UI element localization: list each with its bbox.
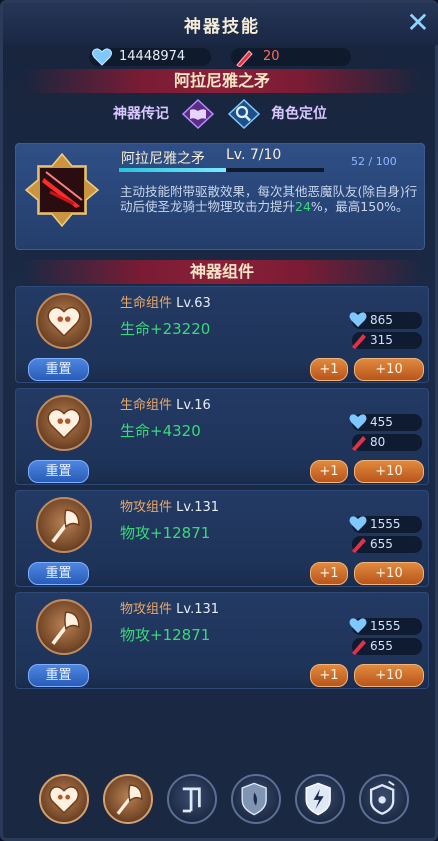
spear-artifact-icon [24, 152, 100, 228]
fire-shield-icon[interactable] [231, 774, 281, 824]
page-title: 神器技能 [184, 17, 260, 37]
gem-cost-value: 1555 [370, 517, 401, 531]
component-name-text: 生命组件 [120, 296, 173, 311]
component-stat: 物攻+12871 [120, 524, 211, 542]
artifact-name-banner: 阿拉尼雅之矛 [23, 69, 421, 93]
desc-highlight: 24 [295, 199, 311, 214]
reset-button[interactable]: 重置 [28, 460, 89, 483]
plus-one-button[interactable]: +1 [310, 562, 348, 585]
desc-part-b: %，最高150%。 [310, 199, 409, 214]
plus-one-button[interactable]: +1 [310, 460, 348, 483]
reset-button[interactable]: 重置 [28, 562, 89, 585]
component-level: Lv.16 [176, 398, 211, 413]
gem-cost-value: 865 [370, 313, 393, 327]
axe-icon [36, 497, 92, 553]
heart-icon[interactable] [39, 774, 89, 824]
component-row: 物攻组件 Lv.131 物攻+12871 1555 655 重置 +1 +10 [15, 592, 429, 689]
artifact-progress-bar [119, 168, 324, 172]
plus-ten-button[interactable]: +10 [354, 358, 424, 381]
shield-target-icon[interactable] [359, 774, 409, 824]
artifact-progress-fill [119, 168, 226, 172]
plus-ten-button[interactable]: +10 [354, 562, 424, 585]
close-icon[interactable]: ✕ [405, 9, 431, 37]
component-stat: 生命+4320 [120, 422, 201, 440]
component-name-text: 物攻组件 [120, 602, 173, 617]
artifact-progress-text: 52 / 100 [351, 155, 397, 168]
component-row: 物攻组件 Lv.131 物攻+12871 1555 655 重置 +1 +10 [15, 490, 429, 587]
potion-cost: 655 [352, 638, 422, 655]
plus-ten-button[interactable]: +10 [354, 664, 424, 687]
potion-icon [352, 538, 366, 553]
gem-cost: 1555 [349, 516, 422, 533]
gem-counter: 14448974 [89, 48, 211, 66]
rune-icon[interactable] [167, 774, 217, 824]
component-row: 生命组件 Lv.63 生命+23220 865 315 重置 +1 +10 [15, 286, 429, 383]
gem-cost-value: 455 [370, 415, 393, 429]
potion-icon [352, 436, 366, 451]
component-name: 生命组件 Lv.16 [120, 394, 211, 413]
gem-cost: 1555 [349, 618, 422, 635]
gem-cost: 865 [349, 312, 422, 329]
gem-cost-value: 1555 [370, 619, 401, 633]
reset-button[interactable]: 重置 [28, 664, 89, 687]
potion-icon [352, 334, 366, 349]
potion-cost: 655 [352, 536, 422, 553]
component-name: 生命组件 Lv.63 [120, 292, 211, 311]
gem-heart-icon [349, 414, 367, 429]
component-level: Lv.63 [176, 296, 211, 311]
axe-icon[interactable] [103, 774, 153, 824]
gem-heart-icon [349, 312, 367, 327]
lightning-shield-icon[interactable] [295, 774, 345, 824]
artifact-name: 阿拉尼雅之矛 [121, 151, 205, 167]
tab-biography-label[interactable]: 神器传记 [113, 97, 169, 131]
magnifier-icon[interactable] [225, 97, 263, 131]
component-name-text: 物攻组件 [120, 500, 173, 515]
potion-cost-value: 80 [370, 435, 386, 449]
ticket-counter: 20 [231, 48, 351, 67]
artifact-description: 主动技能附带驱散效果，每次其他恶魔队友(除自身)行动后使圣龙骑士物理攻击力提升2… [120, 184, 420, 214]
book-icon[interactable] [179, 97, 217, 131]
component-level: Lv.131 [176, 602, 220, 617]
plus-one-button[interactable]: +1 [310, 358, 348, 381]
potion-cost: 80 [352, 434, 422, 451]
artifact-level: Lv. 7/10 [226, 147, 282, 163]
plus-ten-button[interactable]: +10 [354, 460, 424, 483]
tab-role-label[interactable]: 角色定位 [271, 97, 327, 131]
artifact-skill-panel: 神器技能 ✕ 14448974 20 阿拉尼雅之矛 神器传记 角色定位 阿拉尼雅… [0, 0, 438, 841]
artifact-banner-title: 阿拉尼雅之矛 [173, 71, 270, 90]
components-banner: 神器组件 [23, 260, 421, 284]
component-name: 物攻组件 Lv.131 [120, 496, 219, 515]
artifact-card: 阿拉尼雅之矛 Lv. 7/10 52 / 100 主动技能附带驱散效果，每次其他… [15, 143, 425, 250]
gem-count: 14448974 [119, 49, 186, 64]
potion-cost: 315 [352, 332, 422, 349]
potion-icon [236, 50, 253, 67]
reset-button[interactable]: 重置 [28, 358, 89, 381]
gem-heart-icon [92, 48, 112, 66]
title-bar: 神器技能 ✕ [3, 3, 438, 45]
component-name-text: 生命组件 [120, 398, 173, 413]
component-stat: 生命+23220 [120, 320, 211, 338]
component-stat: 物攻+12871 [120, 626, 211, 644]
ticket-count: 20 [263, 49, 280, 64]
potion-cost-value: 655 [370, 537, 393, 551]
potion-cost-value: 315 [370, 333, 393, 347]
components-banner-title: 神器组件 [189, 262, 254, 281]
gem-heart-icon [349, 516, 367, 531]
component-level: Lv.131 [176, 500, 220, 515]
gem-cost: 455 [349, 414, 422, 431]
axe-icon [36, 599, 92, 655]
plus-one-button[interactable]: +1 [310, 664, 348, 687]
potion-icon [352, 640, 366, 655]
component-name: 物攻组件 Lv.131 [120, 598, 219, 617]
heart-icon [36, 395, 92, 451]
component-row: 生命组件 Lv.16 生命+4320 455 80 重置 +1 +10 [15, 388, 429, 485]
gem-heart-icon [349, 618, 367, 633]
heart-icon [36, 293, 92, 349]
potion-cost-value: 655 [370, 639, 393, 653]
